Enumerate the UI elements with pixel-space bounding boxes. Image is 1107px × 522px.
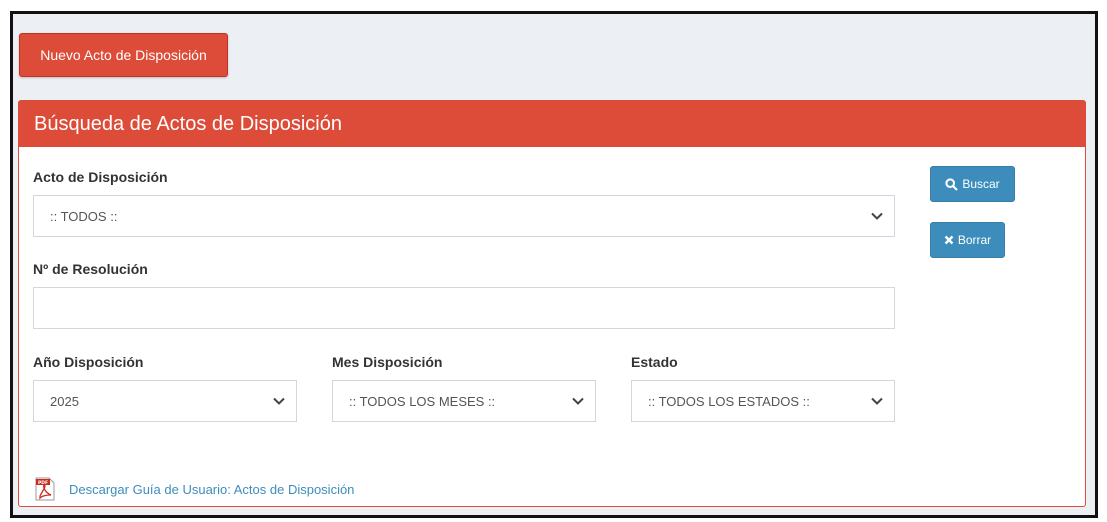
search-button-label: Buscar — [962, 177, 1000, 191]
page-frame: Nuevo Acto de Disposición Búsqueda de Ac… — [10, 11, 1098, 518]
new-disposition-act-label: Nuevo Acto de Disposición — [40, 47, 207, 63]
resolucion-label: Nº de Resolución — [33, 261, 148, 277]
chevron-down-icon — [572, 397, 584, 405]
anio-select-value: 2025 — [50, 393, 79, 409]
clear-button-label: Borrar — [957, 233, 992, 247]
search-panel-title: Búsqueda de Actos de Disposición — [34, 112, 342, 135]
acto-select-value: :: TODOS :: — [50, 208, 118, 224]
mes-select[interactable]: :: TODOS LOS MESES :: — [332, 380, 596, 422]
chevron-down-icon — [273, 397, 285, 405]
acto-select[interactable]: :: TODOS :: — [33, 195, 895, 237]
resolucion-input[interactable] — [33, 287, 895, 329]
chevron-down-icon — [871, 397, 883, 405]
svg-text:PDF: PDF — [38, 480, 48, 486]
estado-label: Estado — [631, 354, 678, 370]
mes-label: Mes Disposición — [332, 354, 443, 370]
estado-select[interactable]: :: TODOS LOS ESTADOS :: — [631, 380, 895, 422]
anio-select[interactable]: 2025 — [33, 380, 297, 422]
guide-download-label: Descargar Guía de Usuario: Actos de Disp… — [69, 481, 355, 497]
anio-label: Año Disposición — [33, 354, 144, 370]
guide-download-link[interactable]: PDF Descargar Guía de Usuario: Actos de … — [35, 477, 354, 501]
times-icon — [944, 235, 954, 245]
search-button[interactable]: Buscar — [930, 166, 1015, 202]
search-icon — [945, 177, 959, 191]
search-panel: Búsqueda de Actos de Disposición Acto de… — [18, 100, 1086, 507]
mes-select-value: :: TODOS LOS MESES :: — [349, 393, 496, 409]
chevron-down-icon — [871, 212, 883, 220]
pdf-file-icon: PDF — [35, 477, 55, 501]
search-panel-header: Búsqueda de Actos de Disposición — [19, 101, 1085, 147]
acto-label: Acto de Disposición — [33, 169, 168, 185]
clear-button[interactable]: Borrar — [930, 222, 1005, 258]
estado-select-value: :: TODOS LOS ESTADOS :: — [648, 393, 810, 409]
new-disposition-act-button[interactable]: Nuevo Acto de Disposición — [19, 33, 228, 77]
